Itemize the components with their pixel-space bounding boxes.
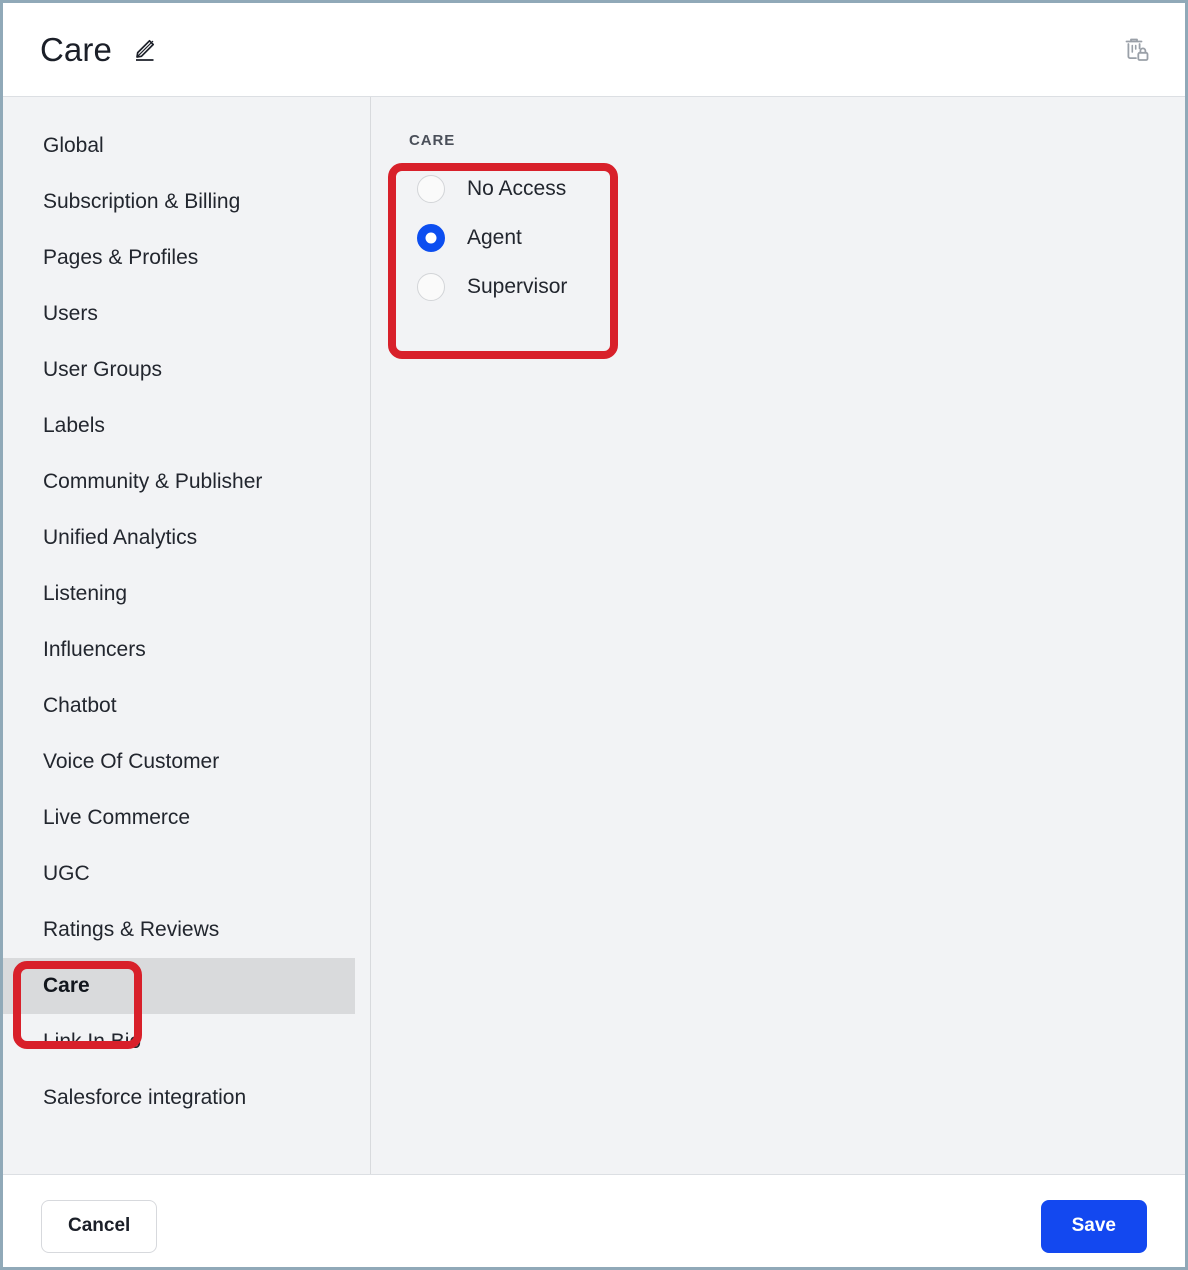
radio-unchecked-icon[interactable]	[417, 273, 445, 301]
sidebar-item-live-commerce[interactable]: Live Commerce	[3, 790, 355, 846]
radio-option-no-access[interactable]: No Access	[417, 175, 617, 203]
sidebar-item-chatbot[interactable]: Chatbot	[3, 678, 355, 734]
sidebar-item-ugc[interactable]: UGC	[3, 846, 355, 902]
sidebar-item-users[interactable]: Users	[3, 286, 355, 342]
radio-option-label: No Access	[467, 177, 566, 201]
sidebar-item-label: Subscription & Billing	[43, 190, 240, 214]
settings-sidebar: Global Subscription & Billing Pages & Prof…	[3, 97, 371, 1174]
sidebar-item-subscription-billing[interactable]: Subscription & Billing	[3, 174, 355, 230]
sidebar-item-label: Chatbot	[43, 694, 117, 718]
sidebar-item-voice-of-customer[interactable]: Voice Of Customer	[3, 734, 355, 790]
sidebar-item-community-publisher[interactable]: Community & Publisher	[3, 454, 355, 510]
page-title: Care	[40, 33, 112, 66]
sidebar-item-salesforce-integration[interactable]: Salesforce integration	[3, 1070, 355, 1126]
sidebar-item-label: Live Commerce	[43, 806, 190, 830]
dialog-footer: Cancel Save	[3, 1174, 1185, 1270]
sidebar-item-label: Link In Bio	[43, 1030, 141, 1054]
radio-option-supervisor[interactable]: Supervisor	[417, 273, 617, 301]
sidebar-item-label: User Groups	[43, 358, 162, 382]
sidebar-item-user-groups[interactable]: User Groups	[3, 342, 355, 398]
radio-checked-icon[interactable]	[417, 224, 445, 252]
sidebar-item-label: Care	[43, 974, 90, 998]
sidebar-item-label: Influencers	[43, 638, 146, 662]
sidebar-item-label: Community & Publisher	[43, 470, 262, 494]
sidebar-item-label: Pages & Profiles	[43, 246, 198, 270]
sidebar-item-global[interactable]: Global	[3, 118, 355, 174]
sidebar-item-listening[interactable]: Listening	[3, 566, 355, 622]
sidebar-item-label: Global	[43, 134, 104, 158]
section-label-care: CARE	[409, 132, 1185, 149]
sidebar-item-label: Users	[43, 302, 98, 326]
sidebar-item-labels[interactable]: Labels	[3, 398, 355, 454]
radio-option-label: Supervisor	[467, 275, 567, 299]
sidebar-item-label: Ratings & Reviews	[43, 918, 219, 942]
dialog-body: Global Subscription & Billing Pages & Prof…	[3, 97, 1185, 1174]
sidebar-item-label: Unified Analytics	[43, 526, 197, 550]
trash-locked-icon[interactable]	[1119, 33, 1153, 67]
pencil-icon[interactable]	[129, 35, 159, 65]
settings-dialog: Care Global Subscription & Billing	[0, 0, 1188, 1270]
sidebar-item-label: Labels	[43, 414, 105, 438]
sidebar-item-label: Voice Of Customer	[43, 750, 219, 774]
sidebar-item-care[interactable]: Care	[3, 958, 355, 1014]
sidebar-item-label: Salesforce integration	[43, 1086, 246, 1110]
sidebar-item-label: Listening	[43, 582, 127, 606]
sidebar-item-unified-analytics[interactable]: Unified Analytics	[3, 510, 355, 566]
radio-option-label: Agent	[467, 226, 522, 250]
settings-content: CARE No Access Agent Supervisor	[371, 97, 1185, 1174]
care-permission-radio-group: No Access Agent Supervisor	[409, 175, 1185, 301]
radio-option-agent[interactable]: Agent	[417, 224, 617, 252]
dialog-header: Care	[3, 3, 1185, 97]
cancel-button[interactable]: Cancel	[41, 1200, 157, 1253]
sidebar-item-link-in-bio[interactable]: Link In Bio	[3, 1014, 355, 1070]
sidebar-item-ratings-reviews[interactable]: Ratings & Reviews	[3, 902, 355, 958]
radio-unchecked-icon[interactable]	[417, 175, 445, 203]
sidebar-item-influencers[interactable]: Influencers	[3, 622, 355, 678]
save-button[interactable]: Save	[1041, 1200, 1147, 1253]
sidebar-item-label: UGC	[43, 862, 90, 886]
sidebar-item-pages-profiles[interactable]: Pages & Profiles	[3, 230, 355, 286]
